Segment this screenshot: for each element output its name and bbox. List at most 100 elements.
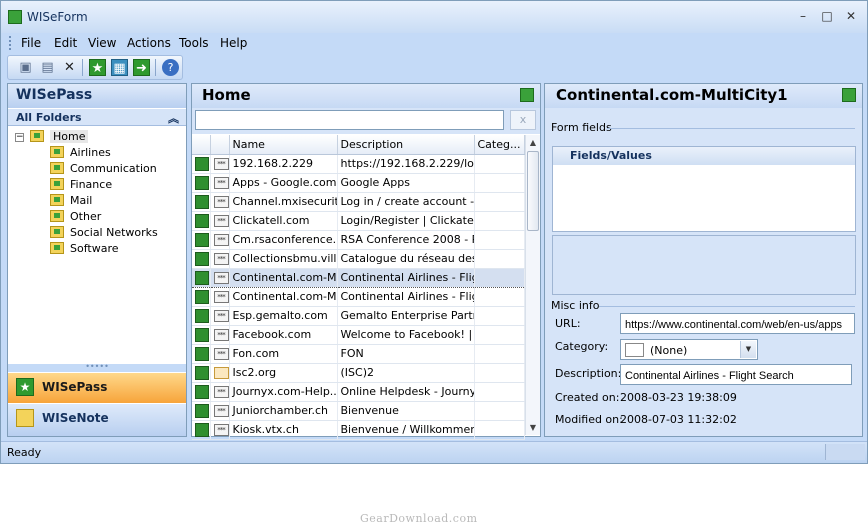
url-field[interactable] [620,313,855,334]
password-entry-icon [195,403,209,418]
row-name: Continental.com-M... [229,267,338,288]
menu-tools[interactable]: Tools [179,36,209,50]
row-icon-cell [192,401,211,421]
row-name: Facebook.com [229,325,338,345]
vertical-scrollbar[interactable]: ▲ ▼ [525,135,540,435]
table-row[interactable]: *** Apps - Google.com Google Apps [192,173,525,193]
tab-wisenote[interactable]: WISeNote [8,404,186,436]
wisepass-pane: WISePass All Folders ︽ − Home Airlines C… [7,83,187,437]
add-entry-icon[interactable] [842,88,856,102]
all-folders-header[interactable]: All Folders ︽ [8,108,186,126]
help-icon[interactable]: ? [162,59,179,76]
password-field-icon: *** [213,310,228,322]
row-name: 192.168.2.229 [229,154,338,174]
tab-wisepass[interactable]: ★ WISePass [8,373,186,403]
column-header-category[interactable]: Categ... [474,135,525,155]
row-description: Log in / create account - ... [337,192,475,212]
toolbar: ▣ ▤ ✕ ★ ▦ ➜ ? [7,55,183,80]
row-icon-cell [192,287,211,307]
row-description: Google Apps [337,173,475,193]
minimize-button[interactable]: – [796,9,810,23]
row-description: Catalogue du réseau des... [337,249,475,269]
table-row[interactable]: *** Clickatell.com Login/Register | Clicka… [192,211,525,231]
entry-title: Continental.com-MultiCity1 [556,86,788,104]
table-row[interactable]: *** Fon.com FON [192,344,525,364]
menu-view[interactable]: View [88,36,116,50]
password-entry-icon [195,194,209,209]
tree-item-software[interactable]: Software [50,241,119,257]
status-bar: Ready [1,441,867,463]
row-type-cell: *** [210,401,230,421]
toolbar-separator [82,59,83,76]
table-row[interactable]: *** 192.168.2.229 https://192.168.2.229/lo… [192,154,525,174]
chevron-down-icon[interactable]: ▼ [740,341,756,358]
menu-help[interactable]: Help [220,36,247,50]
category-select[interactable]: (None) ▼ [620,339,758,360]
column-header-description[interactable]: Description [337,135,475,155]
row-icon-cell [192,325,211,345]
delete-icon[interactable]: ✕ [61,59,78,76]
table-row[interactable]: *** Cm.rsaconference.... RSA Conference 20… [192,230,525,250]
description-field[interactable] [620,364,852,385]
tree-item-airlines[interactable]: Airlines [50,145,111,161]
column-header-icon[interactable] [192,135,211,155]
table-row[interactable]: *** Continental.com-M... Continental Airli… [192,287,525,307]
table-row[interactable]: *** Kiosk.vtx.ch Bienvenue / Willkommen [192,420,525,440]
table-row[interactable]: *** Esp.gemalto.com Gemalto Enterprise Par… [192,306,525,326]
category-label: Category: [555,340,609,353]
column-header-name[interactable]: Name [229,135,338,155]
close-button[interactable]: ✕ [844,9,858,23]
row-description: (ISC)2 [337,363,475,383]
scroll-thumb[interactable] [527,151,539,231]
new-item-icon[interactable]: ★ [89,59,106,76]
password-entry-icon [195,270,209,285]
scroll-up-icon[interactable]: ▲ [526,135,540,150]
row-type-cell: *** [210,173,230,193]
password-field-icon: *** [213,158,228,170]
table-row[interactable]: ***Channel.mxisecurit...Log in / create … [192,192,525,212]
menu-edit[interactable]: Edit [54,36,77,50]
row-icon-cell [192,363,211,383]
search-input[interactable] [195,110,504,130]
details-body: Form fields Fields/Values Misc info URL:… [545,108,862,436]
table-row[interactable]: *** Collectionsbmu.vill... Catalogue du ré… [192,249,525,269]
table-row[interactable]: *** Juniorchamber.ch Bienvenue [192,401,525,421]
tree-item-other[interactable]: Other [50,209,101,225]
table-row[interactable]: *** Facebook.com Welcome to Facebook! | ..… [192,325,525,345]
tree-item-home[interactable]: Home [30,129,89,145]
fields-list[interactable]: Fields/Values [552,146,856,232]
tree-item-mail[interactable]: Mail [50,193,92,209]
tree-collapse-icon[interactable]: − [15,133,24,142]
tree-item-finance[interactable]: Finance [50,177,112,193]
table-row[interactable]: *** Journyx.com-Help... Online Helpdesk - … [192,382,525,402]
scroll-down-icon[interactable]: ▼ [526,420,540,435]
field-value-area[interactable] [552,235,856,295]
maximize-button[interactable]: □ [820,9,834,23]
resize-grip[interactable] [825,444,865,460]
print-icon[interactable]: ▤ [39,59,56,76]
folder-icon [50,210,64,222]
pane-splitter[interactable]: ••••• [8,363,186,372]
clear-search-button[interactable]: x [510,110,536,130]
notebook-icon [16,409,34,427]
tree-item-label: Other [70,210,102,223]
table-row[interactable]: Isc2.org (ISC)2 [192,363,525,383]
menu-file[interactable]: File [21,36,41,50]
tree-item-communication[interactable]: Communication [50,161,157,177]
save-icon[interactable]: ▣ [17,59,34,76]
row-icon-cell [192,192,211,212]
tree-item-social-networks[interactable]: Social Networks [50,225,158,241]
password-field-icon: *** [213,424,228,436]
folder-icon[interactable]: ▦ [111,59,128,76]
go-icon[interactable]: ➜ [133,59,150,76]
tab-label: WISePass [42,380,108,394]
collapse-chevron-icon[interactable]: ︽ [168,110,179,126]
add-entry-icon[interactable] [520,88,534,102]
row-category [474,287,525,307]
table-row[interactable]: *** Continental.com-M... Continental Airli… [192,267,525,288]
folder-icon [50,178,64,190]
row-name: Journyx.com-Help... [229,382,338,402]
menu-actions[interactable]: Actions [127,36,171,50]
column-header-type[interactable] [210,135,230,155]
row-category [474,267,525,288]
